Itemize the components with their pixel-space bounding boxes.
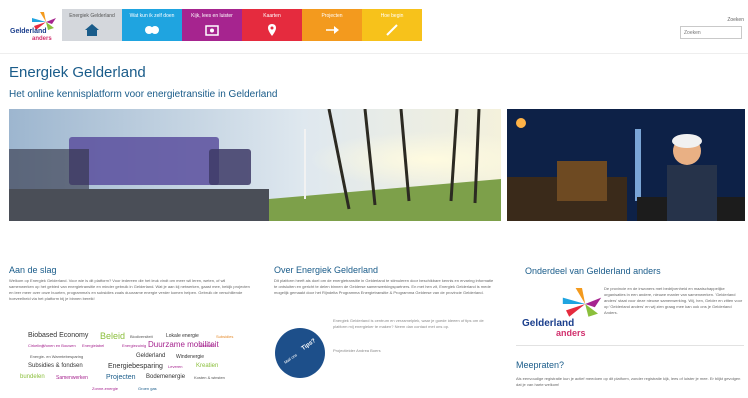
hero-banner-image [9,109,501,221]
onderdeel-section: Onderdeel van Gelderland anders Gelderla… [508,256,748,398]
aan-de-slag-heading: Aan de slag [9,265,57,275]
nav-tab-kijk-lees-luister[interactable]: Kijk, lees en luister [182,9,242,41]
gelderland-anders-logo[interactable]: Gelderland anders [10,12,58,42]
nav-tab-label: Kaarten [263,13,281,19]
tag-cloud-item[interactable]: Kosten & winsten [194,375,225,380]
nav-tab-energiek-gelderland[interactable]: Energiek Gelderland [62,9,122,41]
tag-cloud-item[interactable]: bundelen [20,374,45,380]
tag-cloud-item[interactable]: Gelderland [136,353,165,359]
quote-box: Energiek Gelderland is centrum en verzam… [333,318,493,360]
aan-de-slag-intro: Welkom op Energiek Gelderland. Voor wie … [9,278,250,301]
nav-tab-hoe-begin[interactable]: Hoe begin [362,9,422,41]
page-title: Energiek Gelderland [9,64,146,81]
nav-tab-label: Energiek Gelderland [69,13,115,19]
quote-author: Projectleider Andrea Boers [333,348,381,353]
tag-cloud-item[interactable]: Zonne-energie [92,386,118,391]
aan-de-slag-section: Aan de slag Welkom op Energiek Gelderlan… [0,256,257,398]
tag-cloud-item[interactable]: Wonen en Bouwen [42,343,76,348]
over-heading: Over Energiek Gelderland [274,265,379,275]
onderdeel-body: De provincie en de inwoners met bedrijve… [604,286,743,315]
nav-tab-label: Projecten [321,13,343,19]
tag-cloud-item[interactable]: Kreatien [196,363,218,369]
tag-cloud-item[interactable]: Projecten [106,374,136,381]
search-label: Zoeken [727,17,744,23]
tag-cloud-item[interactable]: Beleid [100,331,125,341]
home-icon [85,24,99,36]
over-section: Over Energiek Gelderland Dit platform he… [263,256,501,398]
tag-cloud-item[interactable]: Lokale energie [166,333,199,339]
tag-cloud-item[interactable]: Bodemenergie [146,374,185,380]
tag-cloud-item[interactable]: Biobased Economy [28,332,88,339]
logo-word-anders: anders [556,328,586,338]
nav-tab-projecten[interactable]: Projecten [302,9,362,41]
page-subtitle: Het online kennisplatform voor energietr… [9,89,278,100]
tips-button[interactable]: Tips? Mail ons [275,328,325,378]
gelderland-anders-large-logo[interactable]: Gelderland anders [522,288,602,338]
nav-tab-label: Kijk, lees en luister [191,13,233,19]
tag-cloud-item[interactable]: Subsidies & fondsen [28,363,83,369]
map-pin-icon [268,24,276,36]
tips-label: Tips? [300,337,318,353]
main-navigation: Energiek Gelderland Wat kun ik zelf doen… [62,9,422,41]
nav-tab-label: Wat kun ik zelf doen [129,13,175,19]
tips-sublabel: Mail ons [282,352,298,365]
tag-cloud-item[interactable]: Biodiversiteit [130,334,153,339]
hero-side-image [507,109,745,221]
tag-cloud-item[interactable]: Subsidies [216,334,233,339]
section-divider [516,345,744,346]
logo-arrow-icon [562,288,602,317]
nav-tab-label: Hoe begin [380,13,404,19]
meepraten-body: Als eenvoudige registratie kun je actief… [516,376,741,387]
nav-tab-kaarten[interactable]: Kaarten [242,9,302,41]
meepraten-heading: Meepraten? [516,360,565,370]
logo-word-gelderland: Gelderland [10,28,47,35]
tag-cloud-item[interactable]: Groen gas [138,386,157,391]
tag-cloud-item[interactable]: Windenergie [176,354,204,360]
tag-cloud-item[interactable]: Energie- en Warmtebesparing [30,354,83,359]
nav-tab-wat-kun-ik-zelf-doen[interactable]: Wat kun ik zelf doen [122,9,182,41]
quote-text: Energiek Gelderland is centrum en verzam… [333,318,484,329]
tag-cloud-item[interactable]: Energiezuinig [122,343,146,348]
tag-cloud-item[interactable]: Leveren [168,364,182,369]
media-icon [205,25,219,36]
tag-cloud: Biobased Economy Beleid Biodiversiteit Loka… [20,331,243,398]
onderdeel-heading: Onderdeel van Gelderland anders [525,266,661,276]
pencil-icon [386,24,398,36]
tag-cloud-item[interactable]: Samenwerken [56,375,88,381]
logo-word-anders: anders [32,36,52,42]
people-icon [145,26,159,34]
over-body: Dit platform heeft als doel om de energi… [274,278,494,295]
tag-cloud-item[interactable]: Energiebesparing [108,363,163,370]
tag-cloud-item[interactable]: Bronnen [200,343,215,348]
top-navigation-bar: Gelderland anders Energiek Gelderland Wa… [0,0,748,54]
search-input[interactable] [680,26,742,39]
tag-cloud-item[interactable]: Energielabel [82,343,104,348]
arrow-icon [326,26,339,34]
